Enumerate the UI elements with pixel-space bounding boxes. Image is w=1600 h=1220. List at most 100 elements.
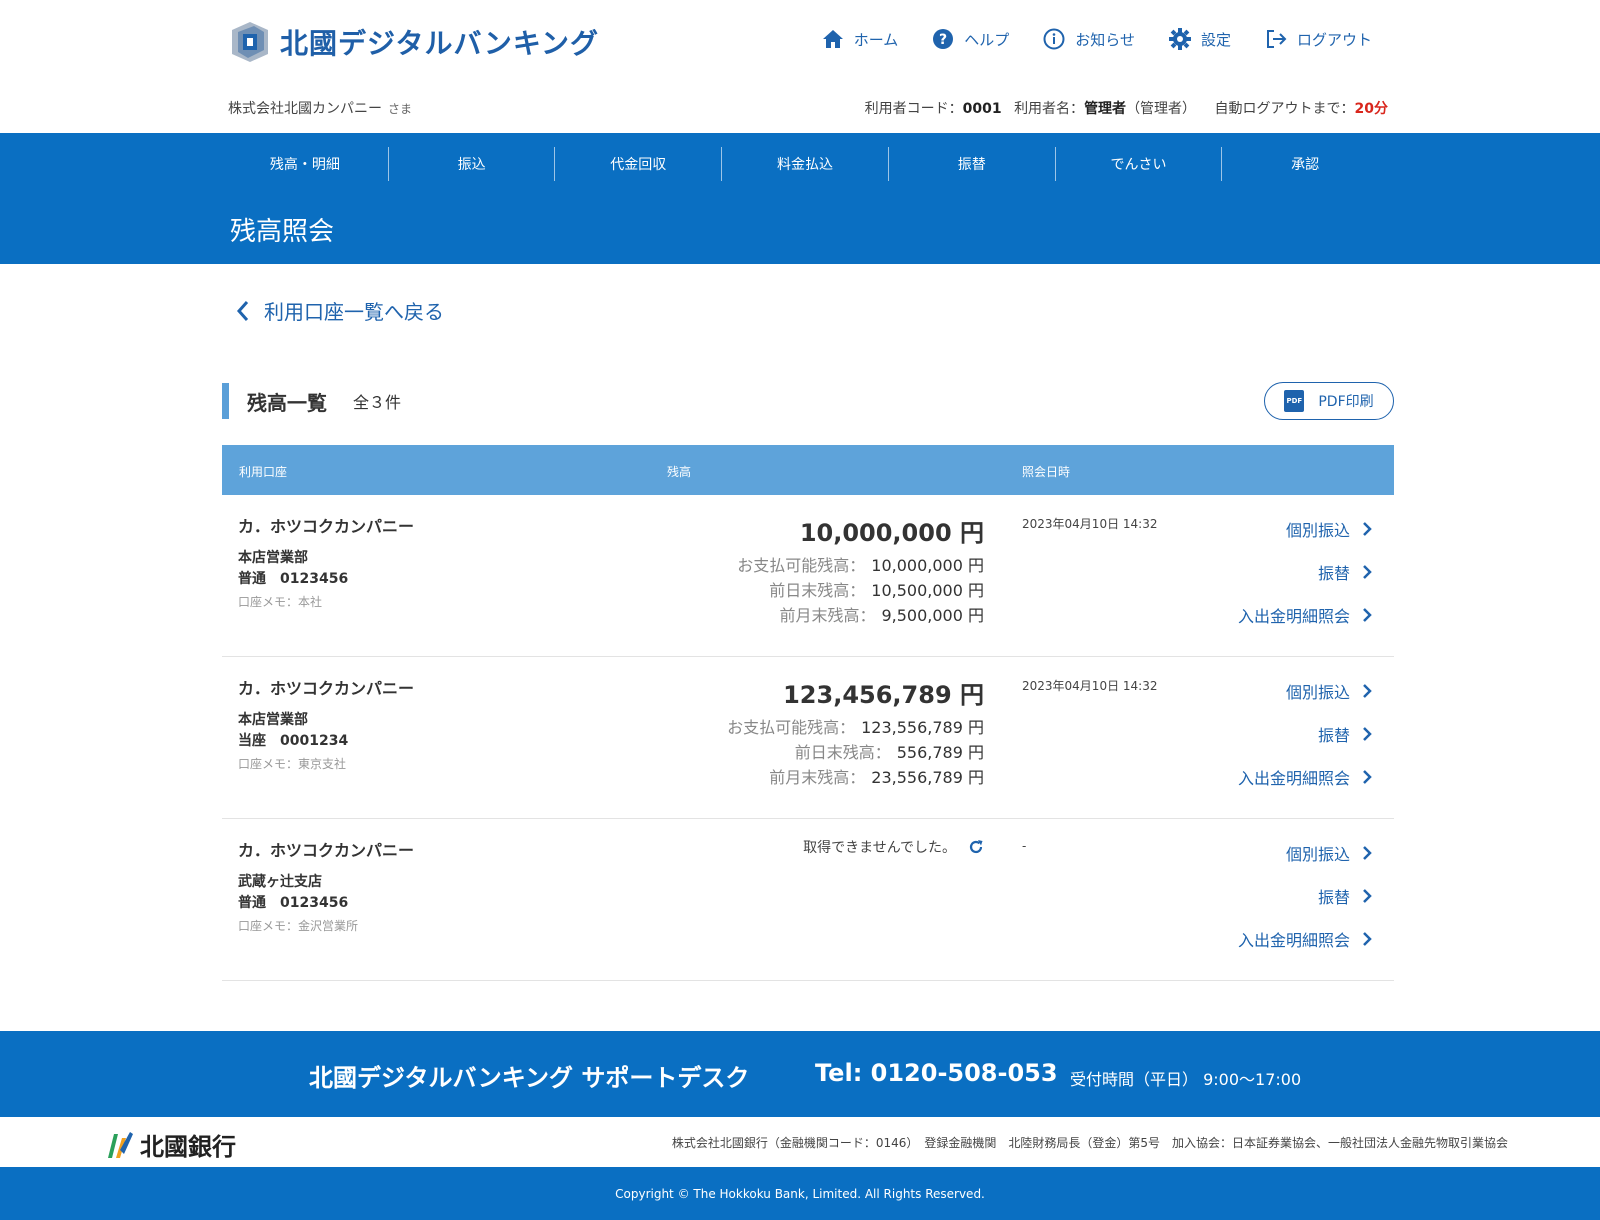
menu-fee-payment[interactable]: 料金払込 xyxy=(722,147,889,181)
bank-name: 北國銀行 xyxy=(140,1133,236,1161)
nav-settings-label: 設定 xyxy=(1200,30,1231,49)
main-menu-band: 残高・明細 振込 代金回収 料金払込 振替 でんさい 承認 残高照会 xyxy=(0,133,1600,264)
copyright: Copyright © The Hokkoku Bank, Limited. A… xyxy=(0,1167,1600,1220)
prev-day-balance: 前日末残高： 10,500,000 円 xyxy=(769,581,984,600)
available-balance: お支払可能残高： 123,556,789 円 xyxy=(727,718,984,737)
menu-transfer[interactable]: 振込 xyxy=(389,147,556,181)
table-row: カ．ホツコクカンパニー 本店営業部 当座 0001234 口座メモ：東京支社 1… xyxy=(222,657,1394,819)
table-header: 利用口座 残高 照会日時 xyxy=(222,445,1394,495)
nav-home-label: ホーム xyxy=(853,30,899,49)
statement-inquiry-link[interactable]: 入出金明細照会 xyxy=(1238,603,1372,627)
account-memo: 口座メモ：金沢営業所 xyxy=(238,919,359,933)
col-balance: 残高 xyxy=(667,465,692,479)
account-number: 普通 0123456 xyxy=(238,895,349,911)
chevron-right-icon xyxy=(1363,932,1372,946)
user-name: 管理者 xyxy=(1084,101,1127,117)
header: 北國デジタルバンキング ホーム ? ヘルプ お知らせ 設定 ログアウト 株式会社… xyxy=(0,0,1600,133)
svg-text:?: ? xyxy=(939,32,947,48)
user-meta: 利用者コード：0001 利用者名：管理者（管理者） 自動ログアウトまで：20分 xyxy=(864,101,1388,117)
nav-home[interactable]: ホーム xyxy=(822,29,899,50)
section-accent-bar xyxy=(222,383,229,419)
prev-month-balance: 前月末残高： 9,500,000 円 xyxy=(779,606,984,625)
account-transfer-link[interactable]: 振替 xyxy=(1318,884,1372,908)
statement-inquiry-link[interactable]: 入出金明細照会 xyxy=(1238,927,1372,951)
chevron-right-icon xyxy=(1363,608,1372,622)
user-info-bar: 株式会社北國カンパニー さま 利用者コード：0001 利用者名：管理者（管理者） … xyxy=(228,98,1388,118)
menu-balance-statement[interactable]: 残高・明細 xyxy=(222,147,389,181)
branch-name: 本店営業部 xyxy=(238,712,308,728)
nav-help-label: ヘルプ xyxy=(964,30,1010,49)
section-header: 残高一覧 全３件 xyxy=(222,383,401,419)
col-account: 利用口座 xyxy=(239,465,288,479)
pdf-icon: PDF xyxy=(1284,390,1305,412)
menu-collection[interactable]: 代金回収 xyxy=(555,147,723,181)
branch-name: 本店営業部 xyxy=(238,550,308,566)
brand-logo[interactable]: 北國デジタルバンキング xyxy=(228,20,599,64)
available-balance: お支払可能残高： 10,000,000 円 xyxy=(737,556,984,575)
chevron-right-icon xyxy=(1363,684,1372,698)
inquiry-datetime: 2023年04月10日 14:32 xyxy=(1022,517,1158,531)
nav-logout[interactable]: ログアウト xyxy=(1265,28,1372,50)
gear-icon xyxy=(1168,28,1191,50)
balance-amount: 123,456,789 円 xyxy=(783,681,984,709)
branch-name: 武蔵ヶ辻支店 xyxy=(238,874,322,890)
logout-icon xyxy=(1266,30,1287,48)
individual-transfer-link[interactable]: 個別振込 xyxy=(1286,841,1372,865)
chevron-right-icon xyxy=(1363,770,1372,784)
back-link-label: 利用口座一覧へ戻る xyxy=(264,300,444,324)
back-to-account-list-link[interactable]: 利用口座一覧へ戻る xyxy=(236,296,444,325)
pdf-print-button[interactable]: PDF PDF印刷 xyxy=(1264,382,1394,420)
top-nav: ホーム ? ヘルプ お知らせ 設定 ログアウト xyxy=(788,28,1372,50)
account-number: 当座 0001234 xyxy=(238,733,349,749)
info-icon xyxy=(1043,28,1065,50)
home-icon xyxy=(822,30,843,48)
bank-logo[interactable]: 北國銀行 xyxy=(104,1127,236,1162)
individual-transfer-link[interactable]: 個別振込 xyxy=(1286,679,1372,703)
bank-logo-mark-icon xyxy=(108,1131,133,1158)
menu-approval[interactable]: 承認 xyxy=(1222,147,1388,181)
balance-table: 利用口座 残高 照会日時 カ．ホツコクカンパニー 本店営業部 普通 012345… xyxy=(222,445,1394,981)
account-holder-name: カ．ホツコクカンパニー xyxy=(238,841,415,860)
nav-logout-label: ログアウト xyxy=(1296,30,1372,49)
inquiry-datetime: 2023年04月10日 14:32 xyxy=(1022,679,1158,693)
chevron-right-icon xyxy=(1363,727,1372,741)
statement-inquiry-link[interactable]: 入出金明細照会 xyxy=(1238,765,1372,789)
legal-info: 株式会社北國銀行（金融機関コード：0146） 登録金融機関 北陸財務局長（登金）… xyxy=(671,1136,1508,1150)
menu-account-transfer[interactable]: 振替 xyxy=(889,147,1056,181)
inquiry-datetime: - xyxy=(1022,839,1027,853)
nav-news[interactable]: お知らせ xyxy=(1043,28,1135,50)
company-name: 株式会社北國カンパニー さま xyxy=(228,101,413,117)
page-title: 残高照会 xyxy=(230,217,335,247)
account-transfer-link[interactable]: 振替 xyxy=(1318,722,1372,746)
prev-month-balance: 前月末残高： 23,556,789 円 xyxy=(769,768,984,787)
account-number: 普通 0123456 xyxy=(238,571,349,587)
account-memo: 口座メモ：本社 xyxy=(238,595,323,609)
global-menu: 残高・明細 振込 代金回収 料金払込 振替 でんさい 承認 xyxy=(222,147,1388,181)
support-desk-name: 北國デジタルバンキング サポートデスク xyxy=(309,1064,750,1092)
balance-amount: 10,000,000 円 xyxy=(799,519,984,547)
support-hours: 受付時間（平日） 9:00～17:00 xyxy=(1070,1070,1302,1089)
balance-error-message: 取得できませんでした。 xyxy=(803,840,956,856)
account-transfer-link[interactable]: 振替 xyxy=(1318,560,1372,584)
col-datetime: 照会日時 xyxy=(1022,465,1071,479)
account-holder-name: カ．ホツコクカンパニー xyxy=(238,517,415,536)
support-phone[interactable]: Tel: 0120-508-053 xyxy=(815,1059,1058,1087)
support-desk-banner: 北國デジタルバンキング サポートデスク Tel: 0120-508-053 受付… xyxy=(0,1031,1600,1117)
nav-settings[interactable]: 設定 xyxy=(1168,28,1231,50)
account-memo: 口座メモ：東京支社 xyxy=(238,757,347,771)
nav-news-label: お知らせ xyxy=(1075,30,1135,49)
chevron-right-icon xyxy=(1363,846,1372,860)
nav-help[interactable]: ? ヘルプ xyxy=(932,28,1009,50)
user-code: 0001 xyxy=(962,101,1002,117)
refresh-icon[interactable] xyxy=(968,839,984,855)
chevron-right-icon xyxy=(1363,889,1372,903)
account-holder-name: カ．ホツコクカンパニー xyxy=(238,679,415,698)
help-icon: ? xyxy=(933,29,954,49)
menu-densai[interactable]: でんさい xyxy=(1056,147,1223,181)
legal-bar: 北國銀行 株式会社北國銀行（金融機関コード：0146） 登録金融機関 北陸財務局… xyxy=(0,1117,1600,1167)
chevron-left-icon xyxy=(236,300,249,321)
chevron-right-icon xyxy=(1363,522,1372,536)
individual-transfer-link[interactable]: 個別振込 xyxy=(1286,517,1372,541)
section-title: 残高一覧 xyxy=(247,390,327,415)
pdf-print-label: PDF印刷 xyxy=(1318,394,1374,410)
